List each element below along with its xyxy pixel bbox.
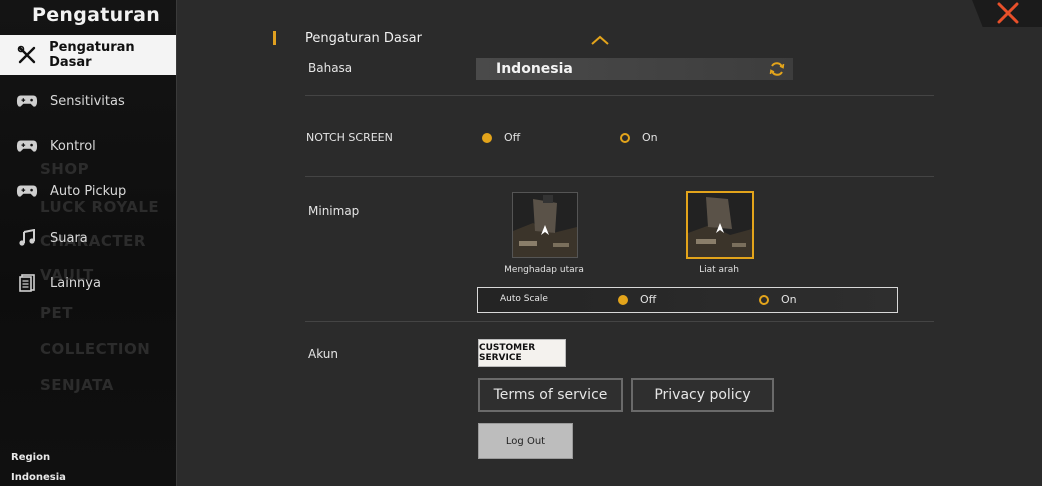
bg-label-collection: COLLECTION xyxy=(40,340,151,358)
sidebar-item-pengaturan-dasar[interactable]: Pengaturan Dasar xyxy=(0,35,176,75)
notch-off-radio[interactable]: Off xyxy=(482,131,520,144)
gamepad-icon xyxy=(16,180,38,202)
sidebar-item-suara[interactable]: Suara xyxy=(0,218,176,258)
auto-scale-off-radio[interactable]: Off xyxy=(618,293,656,306)
main-panel: Pengaturan Dasar Bahasa Indonesia NOTCH … xyxy=(177,0,1042,486)
region-value: Indonesia xyxy=(11,472,66,483)
bg-label-pet: PET xyxy=(40,304,73,322)
music-note-icon xyxy=(16,227,38,249)
sidebar-item-label: Auto Pickup xyxy=(50,183,127,199)
gamepad-icon xyxy=(16,135,38,157)
sidebar-item-auto-pickup[interactable]: Auto Pickup xyxy=(0,171,176,211)
section-title: Pengaturan Dasar xyxy=(305,31,422,46)
language-select[interactable]: Indonesia xyxy=(476,58,793,80)
sidebar-item-lainnya[interactable]: Lainnya xyxy=(0,263,176,303)
sidebar-title: Pengaturan xyxy=(32,4,161,26)
minimap-caption-direction: Liat arah xyxy=(699,265,739,275)
auto-scale-box: Auto Scale Off On xyxy=(477,287,898,313)
radio-label: On xyxy=(781,293,797,306)
divider xyxy=(305,321,934,322)
close-icon[interactable] xyxy=(996,2,1020,24)
sidebar-item-label: Kontrol xyxy=(50,138,96,154)
notch-screen-label: NOTCH SCREEN xyxy=(306,131,393,144)
document-icon xyxy=(16,272,38,294)
chevron-up-icon[interactable] xyxy=(590,34,610,46)
region-label: Region xyxy=(11,452,51,463)
auto-scale-label: Auto Scale xyxy=(500,294,548,304)
bg-label-senjata: SENJATA xyxy=(40,376,114,394)
radio-label: Off xyxy=(640,293,657,306)
radio-label: Off xyxy=(504,131,521,144)
radio-selected-indicator xyxy=(618,294,628,305)
minimap-label: Minimap xyxy=(308,204,360,218)
section-accent-bar xyxy=(273,31,276,45)
language-label: Bahasa xyxy=(308,61,353,75)
log-out-button[interactable]: Log Out xyxy=(478,423,573,459)
language-value: Indonesia xyxy=(496,61,573,77)
account-label: Akun xyxy=(308,347,338,361)
radio-indicator xyxy=(759,294,769,305)
divider xyxy=(305,176,934,177)
terms-of-service-button[interactable]: Terms of service xyxy=(478,378,623,412)
refresh-icon xyxy=(769,62,785,76)
sidebar-item-label: Sensitivitas xyxy=(50,93,125,109)
radio-selected-indicator xyxy=(482,132,492,143)
customer-service-button[interactable]: CUSTOMER SERVICE xyxy=(478,339,566,367)
sidebar-item-label: Suara xyxy=(50,230,88,246)
gamepad-icon xyxy=(16,90,38,112)
auto-scale-on-radio[interactable]: On xyxy=(759,293,797,306)
privacy-policy-button[interactable]: Privacy policy xyxy=(631,378,774,412)
sidebar-item-label: Lainnya xyxy=(50,275,101,291)
minimap-caption-north: Menghadap utara xyxy=(504,265,584,275)
divider xyxy=(305,95,934,96)
sidebar-item-kontrol[interactable]: Kontrol xyxy=(0,126,176,166)
minimap-option-direction[interactable] xyxy=(686,191,754,259)
sidebar-item-sensitivitas[interactable]: Sensitivitas xyxy=(0,81,176,121)
minimap-option-north[interactable] xyxy=(512,192,578,258)
sidebar: SHOP LUCK ROYALE CHARACTER VAULT PET COL… xyxy=(0,0,177,486)
radio-label: On xyxy=(642,131,658,144)
minimap-preview-image xyxy=(688,193,752,257)
notch-on-radio[interactable]: On xyxy=(620,131,658,144)
minimap-preview-image xyxy=(513,193,577,257)
sidebar-item-label: Pengaturan Dasar xyxy=(49,40,135,70)
radio-indicator xyxy=(620,132,630,143)
wrench-screwdriver-icon xyxy=(16,44,37,66)
